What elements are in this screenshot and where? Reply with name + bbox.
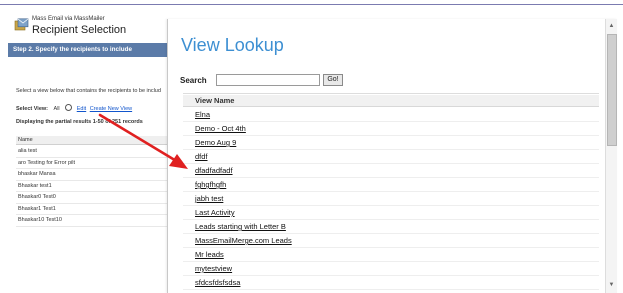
list-item[interactable]: bhaskar Mansa (16, 169, 174, 181)
view-link[interactable]: Elna (195, 110, 210, 119)
view-link[interactable]: jabh test (195, 194, 223, 203)
table-row: Mr leads (183, 248, 599, 262)
select-view-value[interactable]: All (54, 106, 60, 112)
list-item[interactable]: Bhaskar10 Test10 (16, 215, 174, 227)
table-row: mytestview (183, 262, 599, 276)
step-header: Step 2. Specify the recipients to includ… (8, 43, 174, 57)
vertical-scrollbar[interactable]: ▲ ▼ (605, 19, 617, 293)
view-link[interactable]: Demo - Oct 4th (195, 124, 246, 133)
view-link[interactable]: dfdf (195, 152, 208, 161)
scroll-down-arrow-icon[interactable]: ▼ (607, 281, 616, 289)
instructions-text: Select a view below that contains the re… (16, 88, 161, 94)
table-row: dfdf (183, 150, 599, 164)
table-row: Demo - Oct 4th (183, 122, 599, 136)
scroll-up-arrow-icon[interactable]: ▲ (607, 22, 616, 30)
popup-title: View Lookup (181, 35, 284, 55)
view-link[interactable]: Leads starting with Letter B (195, 222, 286, 231)
table-row: Elna (183, 108, 599, 122)
go-button[interactable]: Go! (323, 74, 343, 86)
table-row: fghgfhgfh (183, 178, 599, 192)
edit-view-link[interactable]: Edit (77, 106, 86, 112)
records-column-header[interactable]: Name (16, 136, 174, 145)
top-rule (0, 4, 623, 5)
scroll-thumb[interactable] (607, 34, 617, 146)
view-link[interactable]: Last Activity (195, 208, 235, 217)
table-row: Last Activity (183, 206, 599, 220)
select-view-row: Select View: All Edit Create New View (16, 104, 132, 112)
magnifier-icon[interactable] (65, 104, 73, 111)
table-row: MassEmailMerge.com Leads (183, 234, 599, 248)
table-row: jabh test (183, 192, 599, 206)
list-item[interactable]: Bhaskar1 Test1 (16, 204, 174, 215)
view-link[interactable]: MassEmailMerge.com Leads (195, 236, 292, 245)
records-list: alia test aro Testing for Error pilt bha… (16, 146, 174, 227)
results-count-text: Displaying the partial results 1-50 of 2… (16, 119, 143, 125)
view-link[interactable]: dfadfadfadf (195, 166, 233, 175)
search-label: Search (180, 76, 207, 85)
view-link[interactable]: Mr leads (195, 250, 224, 259)
view-link[interactable]: sfdcsfdsfsdsa (195, 278, 240, 287)
list-item[interactable]: aro Testing for Error pilt (16, 158, 174, 169)
select-view-label: Select View: (16, 106, 48, 112)
view-link[interactable]: Demo Aug 9 (195, 138, 236, 147)
search-input[interactable] (216, 74, 320, 86)
list-item[interactable]: Bhaskar test1 (16, 181, 174, 192)
view-results-table: View Name Elna Demo - Oct 4th Demo Aug 9… (183, 93, 599, 293)
table-row: sfdcsfdsfsdsa (183, 276, 599, 290)
table-row: dfadfadfadf (183, 164, 599, 178)
table-row: Leads starting with Letter B (183, 220, 599, 234)
app-subtitle: Mass Email via MassMailer (32, 16, 105, 22)
page-title: Recipient Selection (32, 24, 127, 36)
view-link[interactable]: fghgfhgfh (195, 180, 226, 189)
view-link[interactable]: mytestview (195, 264, 232, 273)
create-new-view-link[interactable]: Create New View (90, 106, 132, 112)
list-item[interactable]: Bhaskar0 Test0 (16, 192, 174, 204)
recipient-selection-header: Mass Email via MassMailer Recipient Sele… (8, 14, 183, 40)
table-row: Demo Aug 9 (183, 136, 599, 150)
list-item[interactable]: alia test (16, 146, 174, 158)
view-name-column-header: View Name (183, 95, 599, 107)
view-lookup-popup: View Lookup Search Go! View Name Elna De… (167, 19, 617, 293)
view-results-list: Elna Demo - Oct 4th Demo Aug 9 dfdf dfad… (183, 108, 599, 290)
app-logo-icon (14, 18, 32, 32)
